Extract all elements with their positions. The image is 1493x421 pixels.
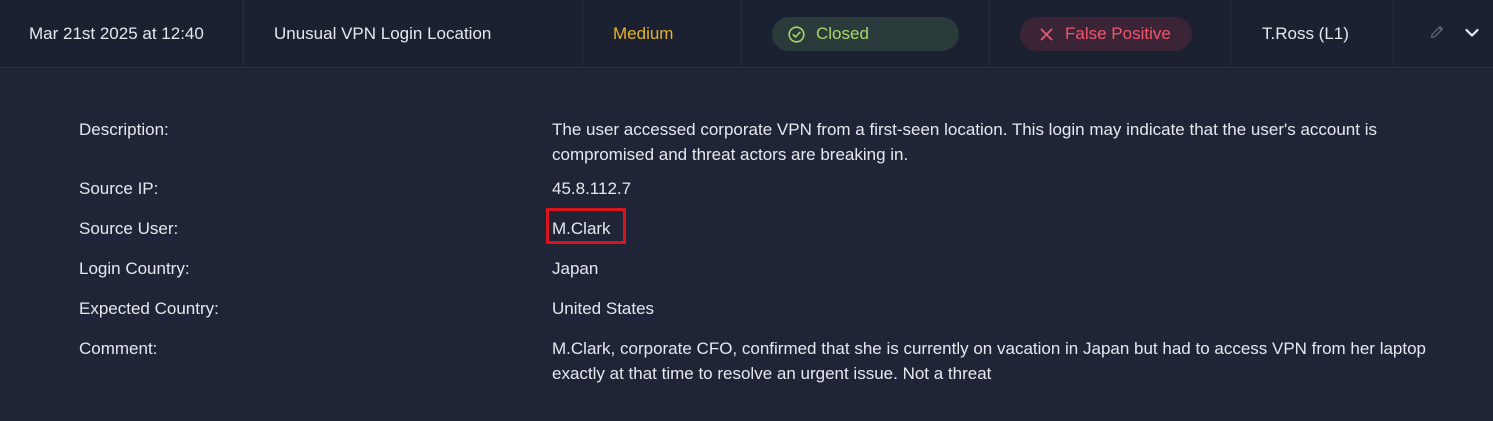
description-label: Description: (79, 120, 169, 139)
login-country-label: Login Country: (79, 259, 190, 278)
comment-line-1: M.Clark, corporate CFO, confirmed that s… (552, 339, 1427, 358)
verdict-badge: False Positive (1020, 17, 1192, 51)
status-text: Closed (816, 24, 869, 43)
alert-row[interactable]: Mar 21st 2025 at 12:40 Unusual VPN Login… (0, 0, 1493, 68)
row-actions (1394, 0, 1493, 68)
chevron-down-icon[interactable] (1464, 25, 1480, 39)
source-user-label: Source User: (79, 219, 179, 238)
severity-label: Medium (583, 0, 742, 68)
check-circle-icon (788, 25, 805, 43)
pencil-icon[interactable] (1429, 24, 1445, 40)
source-ip-label: Source IP: (79, 179, 159, 198)
source-user-highlight (546, 208, 626, 244)
alert-panel: Mar 21st 2025 at 12:40 Unusual VPN Login… (0, 0, 1493, 421)
status-cell: Closed (742, 0, 990, 68)
expected-country-label: Expected Country: (79, 299, 219, 318)
x-icon (1040, 28, 1053, 41)
alert-date: Mar 21st 2025 at 12:40 (0, 0, 244, 68)
description-line-1: The user accessed corporate VPN from a f… (552, 120, 1377, 139)
expected-country-value: United States (552, 299, 655, 318)
alert-title: Unusual VPN Login Location (244, 0, 583, 68)
comment-line-2: exactly at that time to resolve an urgen… (552, 364, 992, 383)
description-line-2: compromised and threat actors are breaki… (552, 145, 909, 164)
source-ip-value: 45.8.112.7 (552, 179, 632, 198)
verdict-text: False Positive (1065, 24, 1171, 43)
verdict-cell: False Positive (990, 0, 1231, 68)
alert-details: Description: The user accessed corporate… (0, 69, 1493, 421)
assignee: T.Ross (L1) (1231, 0, 1394, 68)
login-country-value: Japan (552, 259, 599, 278)
comment-label: Comment: (79, 339, 158, 358)
status-badge: Closed (772, 17, 959, 51)
source-user-value: M.Clark (552, 219, 611, 238)
